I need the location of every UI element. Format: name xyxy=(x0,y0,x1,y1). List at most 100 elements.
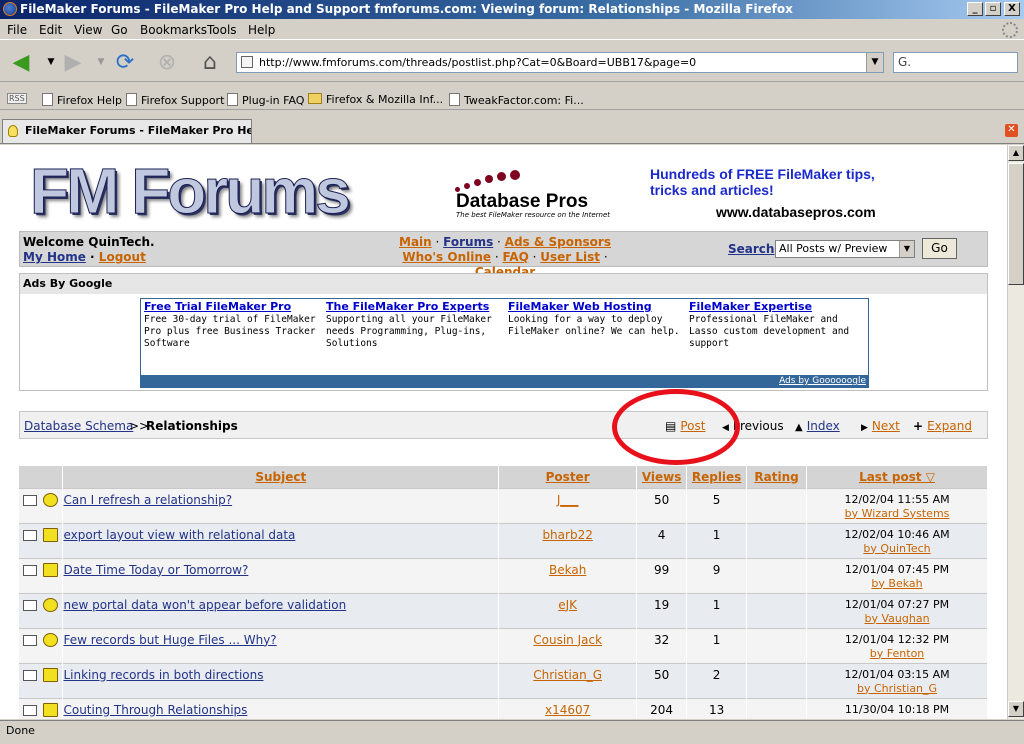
row-poster[interactable]: Bekah xyxy=(498,557,638,593)
minimize-button[interactable]: _ xyxy=(967,2,983,16)
faq-link[interactable]: FAQ xyxy=(502,250,528,264)
header-views[interactable]: Views xyxy=(636,466,688,488)
forward-icon[interactable]: ▶ xyxy=(58,49,88,75)
rss-icon[interactable]: RSS xyxy=(7,93,27,104)
menu-bookmarks[interactable]: Bookmarks xyxy=(140,23,207,37)
last-post-author-link[interactable]: by Wizard Systems xyxy=(845,507,950,520)
home-icon[interactable]: ⌂ xyxy=(195,49,225,75)
ads-by-google-link[interactable]: Ads by Goooooogle xyxy=(141,375,868,387)
ad-text: Supporting all your FileMaker needs Prog… xyxy=(326,314,492,349)
topic-link[interactable]: Date Time Today or Tomorrow? xyxy=(63,563,248,577)
ad-item[interactable]: The FileMaker Pro Experts Supporting all … xyxy=(326,301,504,350)
tab-fmforums[interactable]: FileMaker Forums - FileMaker Pro He... xyxy=(2,119,252,143)
maximize-button[interactable]: ▫ xyxy=(985,2,1001,16)
topics-table: Subject Poster Views Replies Rating Last… xyxy=(19,466,988,719)
breadcrumb-parent-link[interactable]: Database Schema xyxy=(24,419,133,433)
annotation-circle xyxy=(612,389,740,465)
search-engine-box[interactable]: G. xyxy=(893,52,1018,73)
topic-link[interactable]: new portal data won't appear before vali… xyxy=(63,598,346,612)
user-list-link[interactable]: User List xyxy=(540,250,600,264)
menu-file[interactable]: File xyxy=(7,23,27,37)
last-post-author-link[interactable]: by Christian_G xyxy=(857,682,937,695)
close-window-button[interactable]: X xyxy=(1004,2,1020,16)
ads-sponsors-link[interactable]: Ads & Sponsors xyxy=(505,235,611,249)
header-rating[interactable]: Rating xyxy=(746,466,808,488)
menu-help[interactable]: Help xyxy=(248,23,275,37)
last-post-author-link[interactable]: by Bekah xyxy=(871,577,922,590)
bookmark-firefox-help[interactable]: Firefox Help xyxy=(42,93,122,107)
header-replies[interactable]: Replies xyxy=(686,466,748,488)
bookmark-tweakfactor[interactable]: TweakFactor.com: Fi... xyxy=(449,93,584,107)
header-subject[interactable]: Subject xyxy=(62,466,500,488)
topic-link[interactable]: Couting Through Relationships xyxy=(63,703,247,717)
ad-item[interactable]: FileMaker Expertise Professional FileMake… xyxy=(689,301,867,350)
ad-title[interactable]: The FileMaker Pro Experts xyxy=(326,301,504,313)
menu-edit[interactable]: Edit xyxy=(39,23,62,37)
topic-link[interactable]: Linking records in both directions xyxy=(63,668,263,682)
search-link[interactable]: Search xyxy=(728,242,774,256)
database-pros-title[interactable]: Database Pros xyxy=(456,191,588,213)
logout-link[interactable]: Logout xyxy=(99,250,146,264)
menu-view[interactable]: View xyxy=(74,23,102,37)
ad-item[interactable]: FileMaker Web Hosting Looking for a way t… xyxy=(508,301,686,338)
whos-online-link[interactable]: Who's Online xyxy=(402,250,491,264)
scroll-down-icon[interactable]: ▼ xyxy=(1008,701,1024,717)
ad-title[interactable]: Free Trial FileMaker Pro xyxy=(144,301,322,313)
stop-icon[interactable]: ⊗ xyxy=(152,49,182,75)
expand-link[interactable]: Expand xyxy=(927,419,972,433)
bookmark-firefox-support[interactable]: Firefox Support xyxy=(126,93,224,107)
topic-link[interactable]: Few records but Huge Files ... Why? xyxy=(63,633,276,647)
fm-forums-logo[interactable]: FM Forums xyxy=(30,159,352,224)
row-replies: 5 xyxy=(686,487,748,523)
expand-action[interactable]: + Expand xyxy=(913,419,972,433)
row-subject: Date Time Today or Tomorrow? xyxy=(62,557,500,593)
index-link[interactable]: Index xyxy=(807,419,840,433)
row-poster[interactable]: eJK xyxy=(498,592,638,628)
menu-tools[interactable]: Tools xyxy=(207,23,237,37)
last-post-author-link[interactable]: by QuinTech xyxy=(863,542,930,555)
bookmark-plugin-faq[interactable]: Plug-in FAQ xyxy=(227,93,304,107)
header-last-post[interactable]: Last post ▽ xyxy=(806,466,988,488)
promo-url[interactable]: www.databasepros.com xyxy=(716,204,876,220)
main-link[interactable]: Main xyxy=(399,235,432,249)
header-poster[interactable]: Poster xyxy=(498,466,638,488)
url-dropdown-icon[interactable]: ▼ xyxy=(866,53,883,72)
my-home-link[interactable]: My Home xyxy=(23,250,86,264)
last-post-date: 12/01/04 07:45 PM xyxy=(844,562,950,576)
vertical-scrollbar[interactable]: ▲ ▼ xyxy=(1007,145,1024,719)
row-poster[interactable]: x14607 xyxy=(498,697,638,719)
chevron-down-icon: ▼ xyxy=(899,241,914,257)
go-button[interactable]: Go xyxy=(922,238,957,259)
next-link[interactable]: Next xyxy=(872,419,900,433)
promo-text[interactable]: Hundreds of FREE FileMaker tips, tricks … xyxy=(650,166,910,198)
row-last-post: 12/01/04 07:27 PM by Vaughan xyxy=(806,592,988,628)
index-action[interactable]: ▲ Index xyxy=(795,419,840,433)
ad-title[interactable]: FileMaker Web Hosting xyxy=(508,301,686,313)
previous-link[interactable]: Previous xyxy=(733,419,784,433)
row-poster[interactable]: Christian_G xyxy=(498,662,638,698)
row-icons xyxy=(19,662,64,698)
bookmark-firefox-mozilla-folder[interactable]: Firefox & Mozilla Inf... xyxy=(308,93,443,106)
last-post-author-link[interactable]: by Vaughan xyxy=(865,612,930,625)
menu-go[interactable]: Go xyxy=(111,23,128,37)
close-tab-icon[interactable]: ✕ xyxy=(1005,124,1018,137)
search-scope-select[interactable]: All Posts w/ Preview ▼ xyxy=(775,240,915,258)
scroll-thumb[interactable] xyxy=(1008,163,1024,285)
row-poster[interactable]: bharb22 xyxy=(498,522,638,558)
next-action[interactable]: ▶ Next xyxy=(861,419,900,433)
topic-link[interactable]: Can I refresh a relationship? xyxy=(63,493,232,507)
url-bar[interactable]: http://www.fmforums.com/threads/postlist… xyxy=(236,52,884,73)
forums-link[interactable]: Forums xyxy=(443,235,493,249)
topic-link[interactable]: export layout view with relational data xyxy=(63,528,295,542)
row-last-post: 11/30/04 10:18 PM xyxy=(806,697,988,719)
ad-item[interactable]: Free Trial FileMaker Pro Free 30-day tria… xyxy=(144,301,322,350)
row-poster[interactable]: Cousin Jack xyxy=(498,627,638,663)
row-poster[interactable]: J___ xyxy=(498,487,638,523)
row-views: 99 xyxy=(636,557,688,593)
ad-title[interactable]: FileMaker Expertise xyxy=(689,301,867,313)
last-post-author-link[interactable]: by Fenton xyxy=(870,647,924,660)
scroll-up-icon[interactable]: ▲ xyxy=(1008,145,1024,161)
back-icon[interactable]: ◀ xyxy=(6,49,36,75)
firefox-window: FileMaker Forums - FileMaker Pro Help an… xyxy=(0,0,1024,744)
reload-icon[interactable]: ⟳ xyxy=(110,49,140,75)
